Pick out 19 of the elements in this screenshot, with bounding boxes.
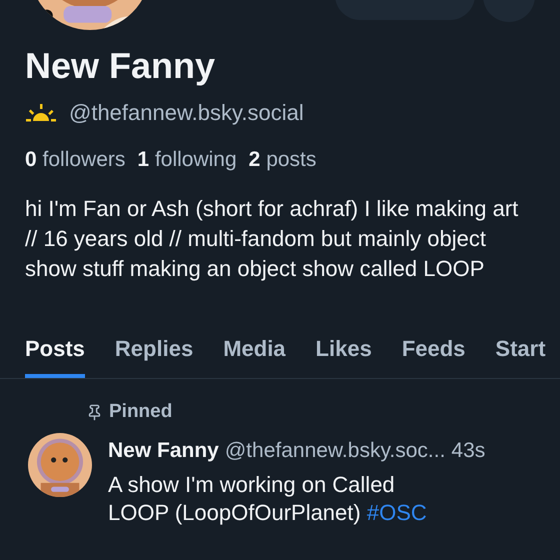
profile-tab[interactable]: Posts — [25, 336, 85, 378]
post-handle: @thefannew.bsky.soc... — [224, 439, 446, 463]
profile-name: New Fanny — [25, 44, 216, 88]
stat-link[interactable]: 2 posts — [248, 148, 316, 172]
stat-link[interactable]: 1 following — [137, 148, 237, 172]
pin-icon — [86, 404, 103, 420]
profile-tab[interactable]: Feeds — [402, 336, 466, 378]
profile-tab[interactable]: Start — [495, 336, 546, 378]
profile-handle: @thefannew.bsky.social — [69, 100, 304, 126]
post-time: 43s — [451, 439, 486, 463]
pinned-label: Pinned — [109, 401, 172, 423]
profile-tab[interactable]: Replies — [114, 336, 194, 378]
profile-tab[interactable]: Likes — [316, 336, 372, 378]
profile-bio: hi I'm Fan or Ash (short for achraf) I like making art // 16 years old // multi-fandom but mainly object show stuff making an object show called LOOP — [25, 195, 520, 283]
post-author[interactable]: New Fanny — [108, 439, 219, 463]
post-text: A show I'm working on Called LOOP (LoopOfOurPlanet) #OSC — [108, 471, 428, 527]
profile-tab[interactable]: Media — [223, 336, 286, 378]
stat-link[interactable]: 0 followers — [25, 148, 126, 172]
sun-icon — [25, 103, 57, 123]
